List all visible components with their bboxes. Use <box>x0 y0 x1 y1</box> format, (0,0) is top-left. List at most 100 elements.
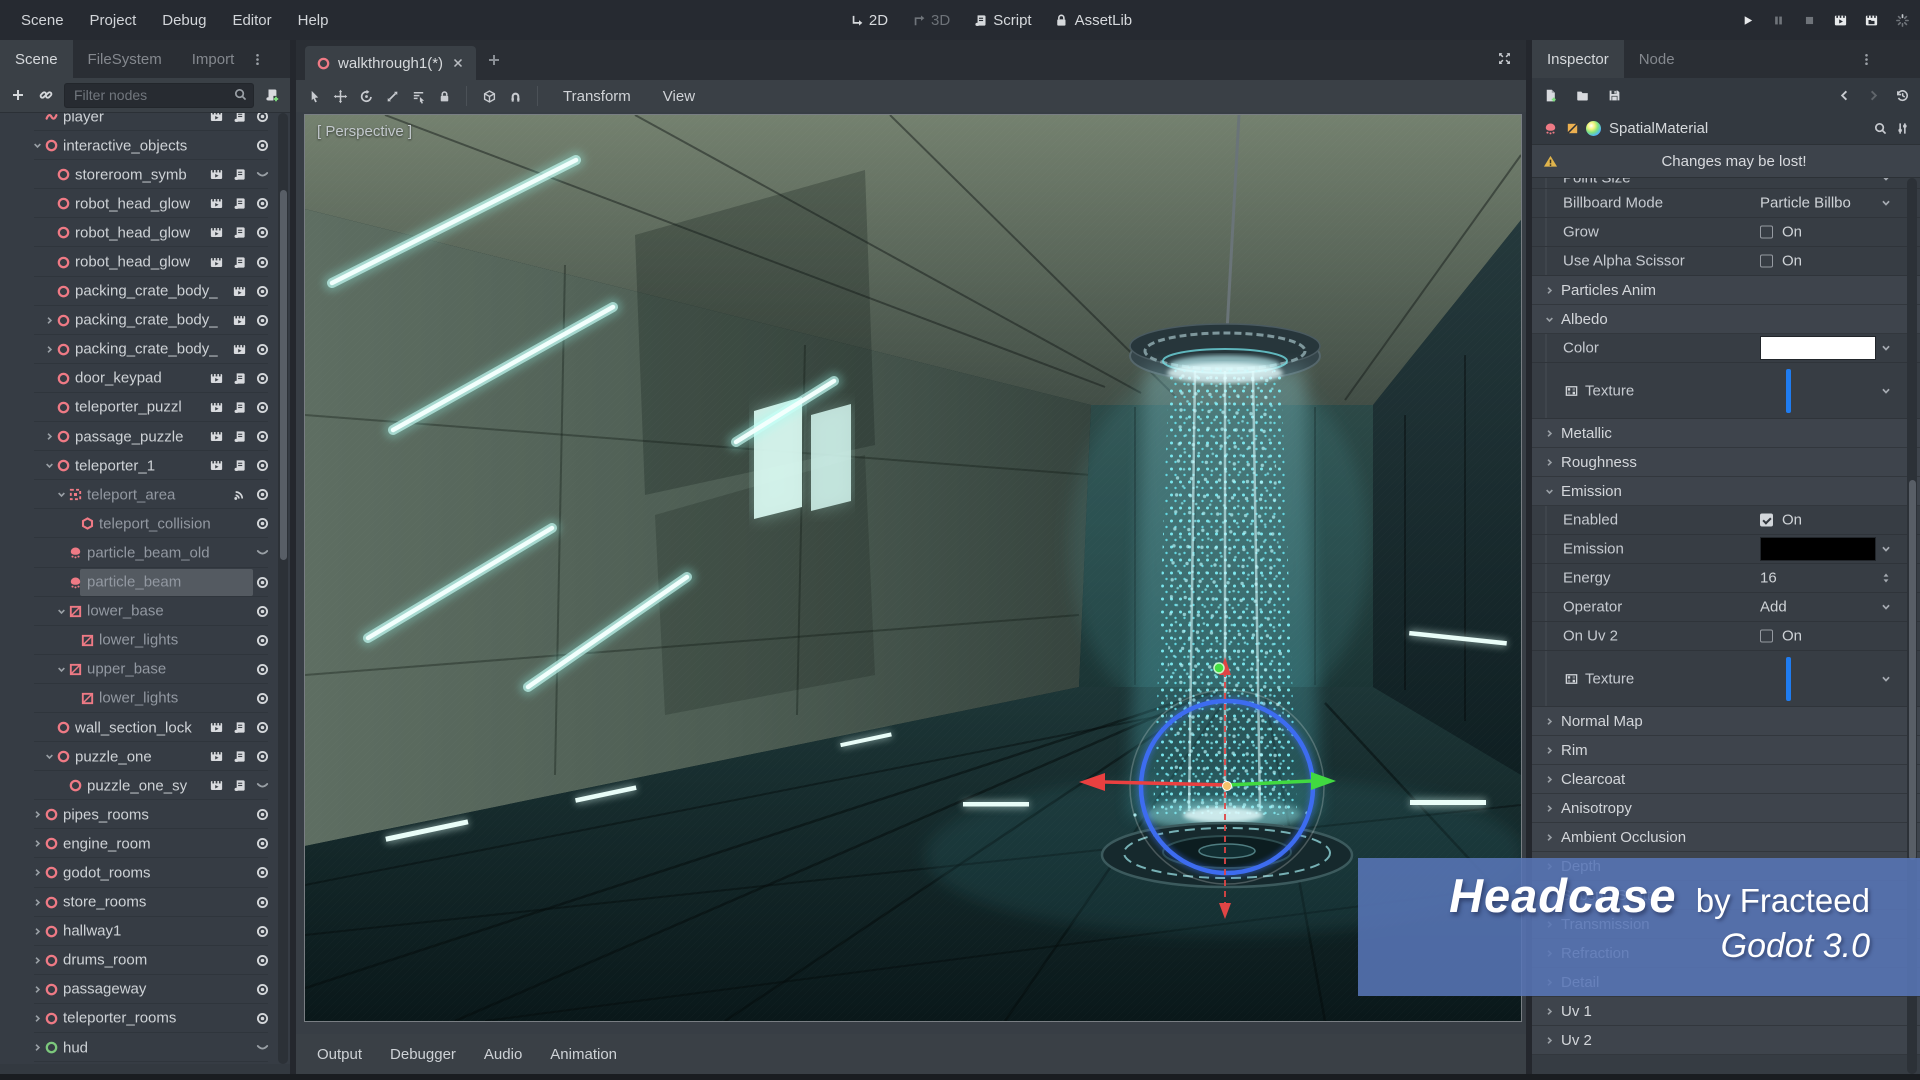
tree-node-pipes_rooms[interactable]: pipes_rooms <box>0 800 290 830</box>
tree-node-teleporter_rooms[interactable]: teleporter_rooms <box>0 1004 290 1033</box>
tree-node-interactive_objects[interactable]: interactive_objects <box>0 131 290 161</box>
eye-icon[interactable] <box>254 196 270 212</box>
clapper-icon[interactable] <box>208 196 224 212</box>
script-icon[interactable] <box>231 196 247 212</box>
eye-icon[interactable] <box>254 865 270 881</box>
instance-scene-button[interactable] <box>36 85 56 105</box>
section-emission[interactable]: Emission <box>1532 477 1920 506</box>
tree-node-robot_head_glow[interactable]: robot_head_glow <box>0 189 290 219</box>
menu-debug[interactable]: Debug <box>149 6 219 35</box>
tree-node-store_rooms[interactable]: store_rooms <box>0 888 290 917</box>
bottom-tab-debugger[interactable]: Debugger <box>377 1046 469 1063</box>
add-node-button[interactable] <box>8 85 28 105</box>
checkbox[interactable] <box>1760 629 1773 643</box>
texture-thumbnail[interactable] <box>1786 368 1791 413</box>
eye-icon[interactable] <box>254 807 270 823</box>
eye-icon[interactable] <box>254 399 270 415</box>
tree-node-door_keypad[interactable]: door_keypad <box>0 364 290 393</box>
list-select-icon[interactable] <box>410 88 426 104</box>
tree-node-wall_section_lock[interactable]: wall_section_lock <box>0 713 290 743</box>
checkbox[interactable] <box>1760 225 1773 239</box>
eye-icon[interactable] <box>254 458 270 474</box>
eye-closed-icon[interactable] <box>254 545 270 561</box>
bottom-tab-output[interactable]: Output <box>304 1046 375 1063</box>
script-icon[interactable] <box>231 254 247 270</box>
tree-node-packing_crate_body_[interactable]: packing_crate_body_ <box>0 335 290 364</box>
menu-help[interactable]: Help <box>285 6 342 35</box>
perspective-menu[interactable]: [ Perspective ] <box>317 123 412 140</box>
section-uv-1[interactable]: Uv 1 <box>1532 997 1920 1026</box>
object-history-button[interactable] <box>1894 88 1910 104</box>
script-icon[interactable] <box>231 429 247 445</box>
tree-node-upper_base[interactable]: upper_base <box>0 655 290 684</box>
tab-filesystem[interactable]: FileSystem <box>73 40 177 78</box>
section-metallic[interactable]: Metallic <box>1532 419 1920 448</box>
group-node-icon[interactable] <box>481 88 497 104</box>
eye-icon[interactable] <box>254 894 270 910</box>
tree-node-hallway1[interactable]: hallway1 <box>0 917 290 946</box>
clapper-icon[interactable] <box>208 429 224 445</box>
tree-node-puzzle_one_sy[interactable]: puzzle_one_sy <box>0 771 290 801</box>
play-button[interactable] <box>1739 12 1755 28</box>
editor-mode-2d[interactable]: 2D <box>848 12 888 29</box>
eye-closed-icon[interactable] <box>254 1040 270 1056</box>
tab-import[interactable]: Import <box>177 40 250 78</box>
color-swatch[interactable] <box>1760 537 1876 561</box>
eye-icon[interactable] <box>254 690 270 706</box>
menu-editor[interactable]: Editor <box>219 6 284 35</box>
scrollbar-thumb[interactable] <box>1908 480 1916 860</box>
stop-button[interactable] <box>1801 12 1817 28</box>
lock-node-icon[interactable] <box>436 88 452 104</box>
eye-icon[interactable] <box>254 113 270 125</box>
clapper-icon[interactable] <box>231 312 247 328</box>
clapper-icon[interactable] <box>231 341 247 357</box>
script-icon[interactable] <box>231 720 247 736</box>
tree-node-robot_head_glow[interactable]: robot_head_glow <box>0 247 290 277</box>
eye-icon[interactable] <box>254 312 270 328</box>
clapper-icon[interactable] <box>208 254 224 270</box>
tree-node-engine_room[interactable]: engine_room <box>0 829 290 859</box>
menu-project[interactable]: Project <box>77 6 150 35</box>
section-rim[interactable]: Rim <box>1532 736 1920 765</box>
eye-icon[interactable] <box>254 341 270 357</box>
eye-closed-icon[interactable] <box>254 167 270 183</box>
tree-node-passageway[interactable]: passageway <box>0 975 290 1004</box>
distraction-free-icon[interactable] <box>1496 50 1512 66</box>
new-scene-tab-button[interactable] <box>486 52 502 68</box>
gizmo-center[interactable] <box>1222 781 1232 791</box>
editor-mode-assetlib[interactable]: AssetLib <box>1054 12 1132 29</box>
tab-scene[interactable]: Scene <box>0 40 73 78</box>
section-roughness[interactable]: Roughness <box>1532 448 1920 477</box>
script-icon[interactable] <box>231 167 247 183</box>
scrollbar-thumb[interactable] <box>279 190 287 560</box>
script-icon[interactable] <box>231 225 247 241</box>
editor-mode-script[interactable]: Script <box>972 12 1032 29</box>
viewport-menu-view[interactable]: View <box>652 88 706 105</box>
scene-tree-scrollbar[interactable] <box>278 113 288 1064</box>
bottom-tab-animation[interactable]: Animation <box>537 1046 630 1063</box>
clapper-icon[interactable] <box>208 458 224 474</box>
play-custom-button[interactable] <box>1863 12 1879 28</box>
eye-icon[interactable] <box>254 632 270 648</box>
tree-node-particle_beam[interactable]: particle_beam <box>0 568 290 597</box>
eye-icon[interactable] <box>254 138 270 154</box>
tree-node-teleporter_puzzl[interactable]: teleporter_puzzl <box>0 393 290 423</box>
clapper-icon[interactable] <box>208 113 224 125</box>
tree-node-drums_room[interactable]: drums_room <box>0 946 290 975</box>
tree-node-teleporter_1[interactable]: teleporter_1 <box>0 451 290 481</box>
tree-node-particle_beam_old[interactable]: particle_beam_old <box>0 538 290 568</box>
dock-options-icon[interactable] <box>1858 51 1874 67</box>
tree-node-passage_puzzle[interactable]: passage_puzzle <box>0 422 290 452</box>
checkbox[interactable] <box>1760 254 1773 268</box>
tree-node-robot_head_glow[interactable]: robot_head_glow <box>0 218 290 248</box>
history-back-button[interactable] <box>1836 88 1852 104</box>
clapper-icon[interactable] <box>208 167 224 183</box>
tree-node-teleport_collision[interactable]: teleport_collision <box>0 509 290 539</box>
scene-tab-walkthrough1(*)[interactable]: walkthrough1(*) <box>305 46 477 80</box>
select-mode-icon[interactable] <box>306 88 322 104</box>
section-anisotropy[interactable]: Anisotropy <box>1532 794 1920 823</box>
eye-icon[interactable] <box>254 254 270 270</box>
color-swatch[interactable] <box>1760 336 1876 360</box>
tree-node-teleport_area[interactable]: teleport_area <box>0 480 290 510</box>
inspector-tools-icon[interactable] <box>1894 121 1910 137</box>
